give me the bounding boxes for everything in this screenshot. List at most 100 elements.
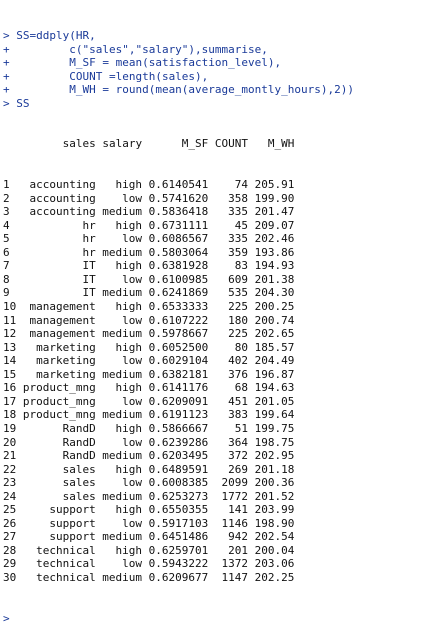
cell-sales: marketing [36,354,96,368]
row-index: 14 [3,354,17,368]
cell-salary: low [122,313,143,327]
cell-m-wh: 209.07 [254,218,295,232]
cell-m-sf: 0.6141176 [148,381,209,395]
table-row: 6 hr medium 0.5803064 359 193.86 [3,246,443,260]
cell-count: 358 [228,191,248,205]
row-index: 27 [3,530,17,544]
table-row: 12 management medium 0.5978667 225 202.65 [3,327,443,341]
cell-sales: accounting [29,205,96,219]
command-line: > SS [3,96,30,110]
cell-sales: hr [82,218,96,232]
cell-m-sf: 0.6253273 [148,489,209,503]
cell-sales: technical [36,557,96,571]
row-index: 9 [3,286,10,300]
cell-count: 2099 [221,476,249,490]
table-row: 16 product_mng high 0.6141176 68 194.63 [3,381,443,395]
console-prompt[interactable]: > [3,612,443,626]
cell-m-sf: 0.6533333 [148,300,209,314]
command-line: + c("sales","salary"),summarise, [3,42,268,56]
cell-salary: low [122,354,143,368]
cell-sales: management [29,300,96,314]
cell-m-sf: 0.6191123 [148,408,209,422]
cell-count: 201 [228,543,248,557]
cell-m-wh: 203.99 [254,503,295,517]
command-line: > SS=ddply(HR, [3,29,96,43]
cell-sales: product_mng [22,408,96,422]
command-line: + COUNT =length(sales), [3,69,209,83]
cell-sales: product_mng [22,394,96,408]
cell-m-sf: 0.5803064 [148,245,209,259]
table-row: 28 technical high 0.6259701 201 200.04 [3,544,443,558]
table-row: 13 marketing high 0.6052500 80 185.57 [3,341,443,355]
row-index: 1 [3,178,10,192]
row-index: 3 [3,205,10,219]
cell-m-sf: 0.5866667 [148,421,209,435]
cell-salary: high [115,462,143,476]
cell-salary: medium [102,570,143,584]
cell-count: 1772 [221,489,249,503]
cell-salary: medium [102,205,143,219]
cell-sales: sales [62,462,96,476]
row-index: 22 [3,462,17,476]
cell-m-sf: 0.5978667 [148,327,209,341]
row-index: 17 [3,394,17,408]
cell-salary: high [115,178,143,192]
cell-m-wh: 205.91 [254,178,295,192]
cell-sales: product_mng [22,381,96,395]
cell-sales: management [29,327,96,341]
cell-m-wh: 201.18 [254,462,295,476]
cell-count: 335 [228,205,248,219]
cell-count: 180 [228,313,248,327]
cell-count: 402 [228,354,248,368]
cell-m-sf: 0.5943222 [148,557,209,571]
table-row: 29 technical low 0.5943222 1372 203.06 [3,557,443,571]
cell-count: 74 [234,178,248,192]
cell-count: 1372 [221,557,249,571]
cell-count: 942 [228,530,248,544]
cell-sales: marketing [36,340,96,354]
cell-sales: sales [62,476,96,490]
cell-m-wh: 202.95 [254,449,295,463]
cell-count: 225 [228,300,248,314]
cell-count: 535 [228,286,248,300]
cell-m-sf: 0.6008385 [148,476,209,490]
cell-m-wh: 199.64 [254,408,295,422]
cell-count: 141 [228,503,248,517]
cell-m-wh: 200.74 [254,313,295,327]
table-row: 15 marketing medium 0.6382181 376 196.87 [3,368,443,382]
cell-sales: technical [36,570,96,584]
table-row: 10 management high 0.6533333 225 200.25 [3,300,443,314]
cell-salary: medium [102,286,143,300]
cell-m-wh: 201.38 [254,272,295,286]
row-index: 26 [3,516,17,530]
row-index: 23 [3,476,17,490]
row-index: 29 [3,557,17,571]
cell-m-sf: 0.6107222 [148,313,209,327]
cell-salary: high [115,259,143,273]
cell-salary: low [122,557,143,571]
cell-count: 372 [228,449,248,463]
cell-sales: technical [36,543,96,557]
cell-salary: high [115,421,143,435]
row-index: 6 [3,245,10,259]
table-row: 24 sales medium 0.6253273 1772 201.52 [3,490,443,504]
cell-salary: low [122,191,143,205]
r-console[interactable]: > SS=ddply(HR, + c("sales","salary"),summ… [3,2,443,639]
command-line: + M_SF = mean(satisfaction_level), [3,56,282,70]
cell-m-wh: 185.57 [254,340,295,354]
cell-salary: low [122,272,143,286]
cell-sales: support [49,503,96,517]
cell-m-sf: 0.6052500 [148,340,209,354]
cell-m-sf: 0.6241869 [148,286,209,300]
cell-salary: high [115,543,143,557]
cell-m-wh: 201.47 [254,205,295,219]
cell-salary: medium [102,530,143,544]
cell-m-sf: 0.6550355 [148,503,209,517]
cell-m-wh: 204.49 [254,354,295,368]
cell-count: 359 [228,245,248,259]
cell-count: 451 [228,394,248,408]
cell-sales: hr [82,232,96,246]
cell-m-sf: 0.5741620 [148,191,209,205]
cell-salary: medium [102,489,143,503]
row-index: 16 [3,381,17,395]
